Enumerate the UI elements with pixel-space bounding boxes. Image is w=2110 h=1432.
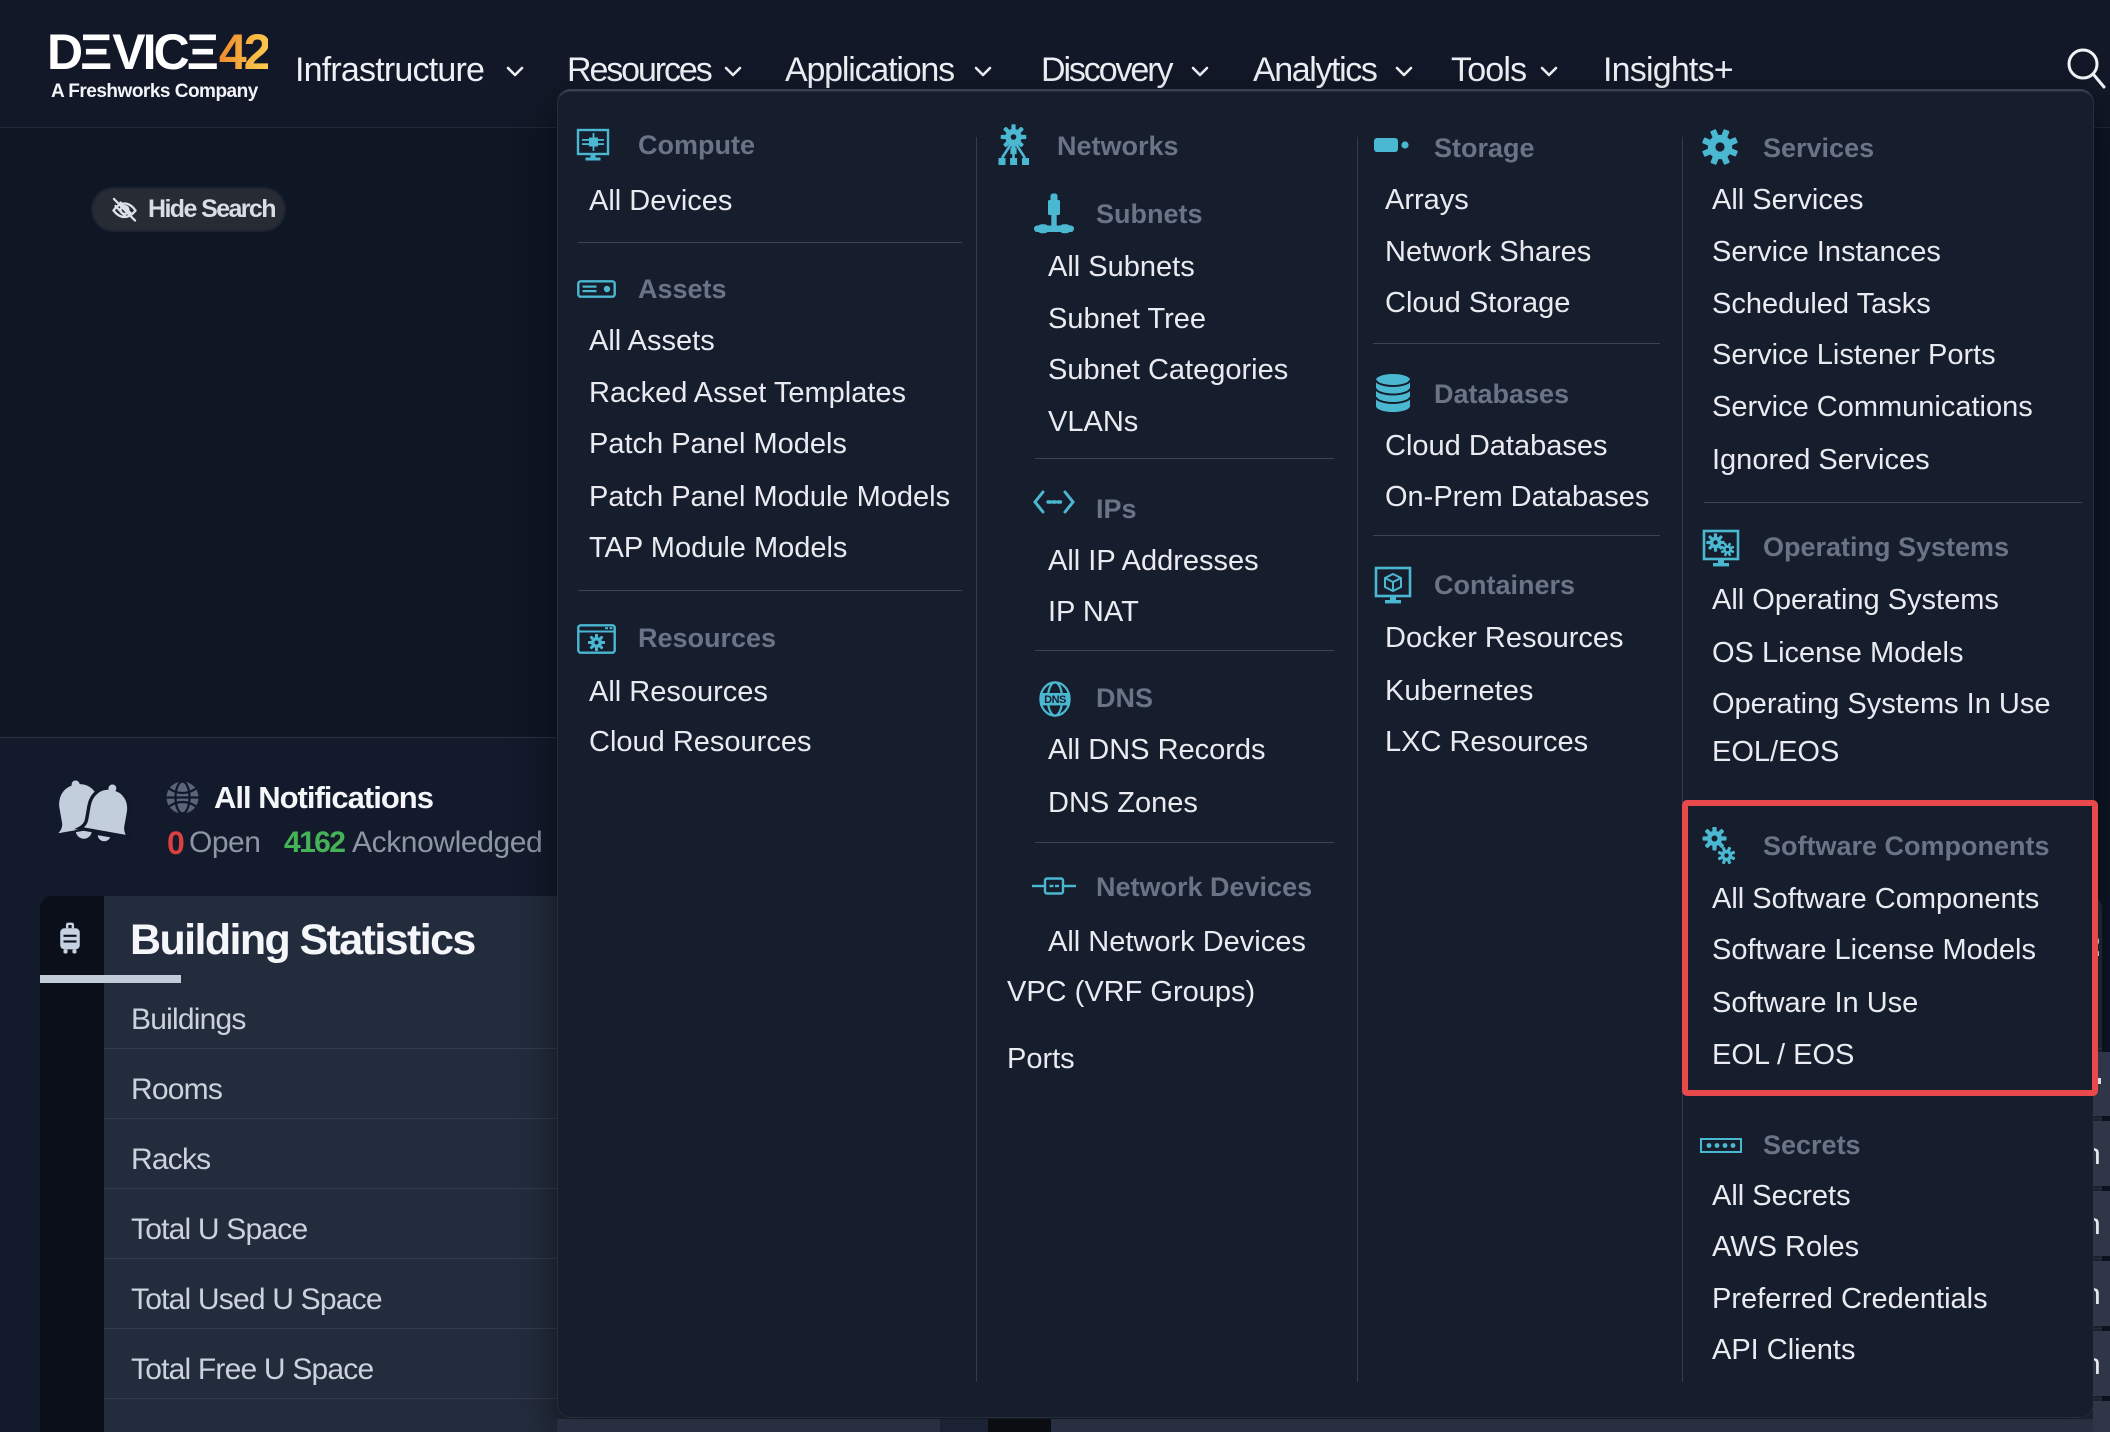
- svg-text:DNS: DNS: [1044, 694, 1066, 706]
